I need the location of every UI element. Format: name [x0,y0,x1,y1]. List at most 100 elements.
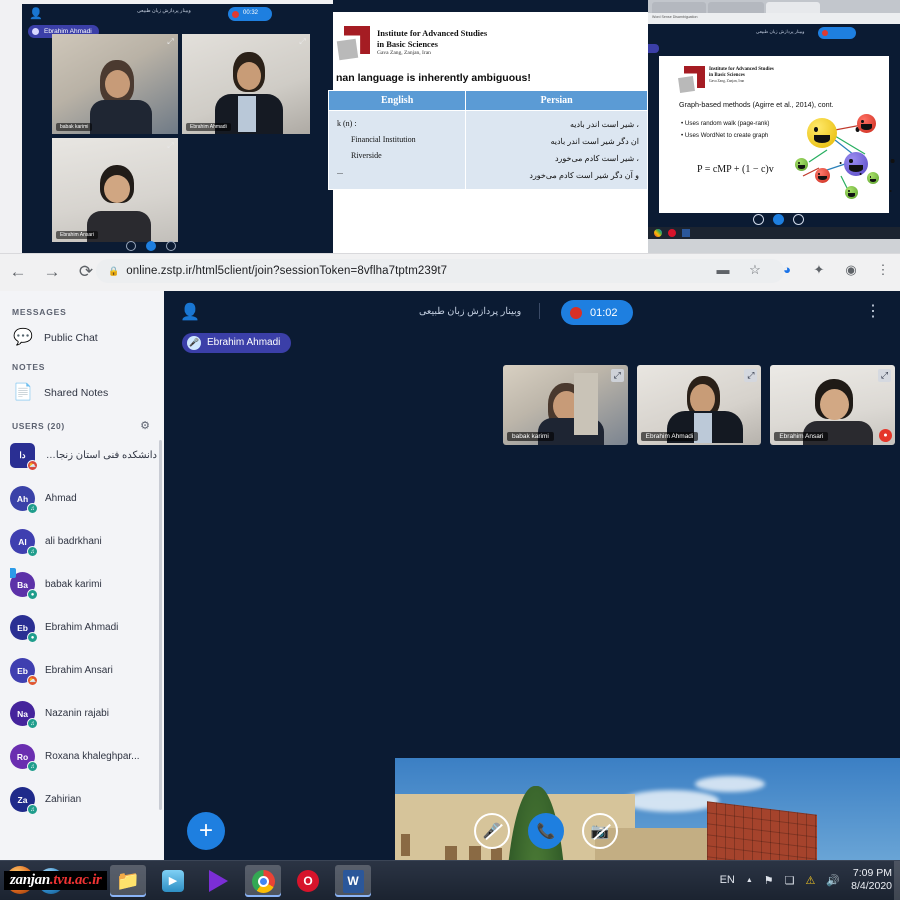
user-list[interactable]: دا ⛅ دانشکده فنی استان زنجان (You) Ah ♫ … [10,434,164,819]
bookmark-star-icon[interactable]: ☆ [746,261,764,279]
opera-icon: O [297,870,319,892]
system-tray: EN ▲ ⚑ ❏ ⚠ 🔊 7:09 PM 8/4/2020 [720,867,892,893]
expand-icon[interactable]: ⤢ [610,369,624,382]
user-name: Nazanin rajabi [45,708,109,719]
panel-right-app: وبینار پردازش زبان طبیعی Institute for A… [648,24,900,239]
avatar: Eb ⛅ [10,658,38,686]
action-center-icon[interactable]: ❏ [785,874,795,887]
persian-line: و آن دگر شیر است کادم می‌خورد [529,171,639,180]
list-item[interactable]: Al ♫ ali badrkhani [10,520,164,563]
panel-right-recording-indicator[interactable] [818,27,856,39]
persian-line: ، شیر است اندر بادیه [569,120,639,129]
back-icon[interactable]: ← [8,262,28,282]
taskbar-item-opera[interactable]: O [290,865,326,897]
taskbar-item-microsoft-word[interactable]: W [335,865,371,897]
media-controls: 🎤 📞 📷 [474,813,618,849]
institute-name: Institute for Advanced Studies in Basic … [709,67,774,83]
user-list-scrollbar[interactable] [159,440,162,810]
list-item[interactable]: Ro ♫ Roxana khaleghpar... [10,735,164,778]
users-toggle-icon[interactable]: 👤 [29,8,43,21]
expand-icon[interactable]: ⤢ [744,369,758,382]
taskbar-item-movie-maker[interactable] [200,865,236,897]
list-item[interactable]: Eb ● Ebrahim Ahmadi [10,606,164,649]
audio-button-mini[interactable] [773,214,784,225]
users-toggle-icon[interactable]: 👤 [180,303,200,323]
users-count-label: USERS (20) [12,420,65,431]
mute-button[interactable]: 🎤 [474,813,510,849]
panel-left-header: 👤 وبینار پردازش زبان طبیعی 00:32 [22,4,333,26]
extension-active-icon[interactable]: ◕ [778,261,796,279]
stage-header: 👤 وبینار پردازش زبان طبیعی 01:02 ⋮ [164,291,900,337]
gear-icon[interactable]: ⚙ [140,419,150,432]
show-hidden-icons[interactable]: ▲ [746,877,753,884]
avatar-initials: Al [18,536,27,547]
sidebar-item-public-chat[interactable]: 💬 Public Chat [10,321,164,354]
forward-icon[interactable]: → [42,262,62,282]
options-menu-icon[interactable]: ⋮ [864,301,882,323]
ambiguity-table: English Persian k (n) : Financial Instit… [327,90,648,190]
panel-right-browser: Word Sense Disambiguation وبینار پردازش … [648,0,900,253]
audio-button-mini[interactable] [146,241,156,251]
list-item[interactable]: Ba ● babak karimi [10,563,164,606]
list-item[interactable]: دا ⛅ دانشکده فنی استان زنجان (You) [10,434,164,477]
folder-icon: 📁 [116,871,140,892]
sidebar-item-shared-notes[interactable]: 📄 Shared Notes [10,376,164,409]
camera-button-mini[interactable] [793,214,804,225]
expand-icon[interactable]: ⤢ [166,141,175,150]
word-icon: W [342,869,364,893]
video-tile[interactable]: ⤢ Ebrahim Ansari [52,138,178,242]
webcam-tile[interactable]: ⤢ babak karimi [503,365,628,445]
network-flag-icon[interactable]: ⚑ [764,874,774,887]
webcam-tile[interactable]: ⤢ Ebrahim Ahmadi [636,365,762,445]
panel-right-taskbar [648,227,900,239]
panel-left-recording-indicator[interactable]: 00:32 [228,7,272,21]
mute-button-mini[interactable] [753,214,764,225]
actions-plus-button[interactable]: + [187,812,225,850]
camera-button[interactable]: 📷 [582,813,618,849]
panel-left-controls [22,239,333,253]
list-item[interactable]: Na ♫ Nazanin rajabi [10,692,164,735]
clock[interactable]: 7:09 PM 8/4/2020 [851,867,892,893]
panel-left-conference: 👤 وبینار پردازش زبان طبیعی 00:32 Ebrahim… [0,0,333,253]
panel-right-addressbar[interactable]: Word Sense Disambiguation [648,13,900,24]
browser-tools: ▬ ☆ ◕ ✦ ◉ ⋮ [714,261,892,279]
expand-icon[interactable]: ⤢ [166,37,175,46]
table-header-persian: Persian [465,90,648,111]
user-name: Ebrahim Ansari [45,665,113,676]
recording-indicator[interactable]: 01:02 [561,300,633,325]
list-item[interactable]: Eb ⛅ Ebrahim Ansari [10,649,164,692]
avatar: Al ♫ [10,529,38,557]
taskbar-item-file-explorer[interactable]: 📁 [110,865,146,897]
list-item[interactable]: Ah ♫ Ahmad [10,477,164,520]
user-name: دانشکده فنی استان زنجان (You) [45,450,157,461]
expand-icon[interactable]: ⤢ [878,369,892,382]
chrome-menu-icon[interactable]: ⋮ [874,261,892,279]
notes-pages-icon: 📄 [13,383,33,401]
list-item[interactable]: Za ♫ Zahirian [10,778,164,819]
taskbar-item-google-chrome[interactable] [245,865,281,897]
taskbar-item-media-player[interactable]: ▶ [155,865,191,897]
avatar-initials: Na [17,708,28,719]
show-desktop-button[interactable] [894,861,900,900]
status-badge: ♫ [27,761,38,772]
media-cast-icon[interactable]: ▬ [714,261,732,279]
language-indicator[interactable]: EN [720,874,735,886]
expand-icon[interactable]: ⤢ [298,37,307,46]
camera-button-mini[interactable] [166,241,176,251]
video-tile[interactable]: ⤢ Ebrahim Ahmadi [182,34,310,134]
profile-avatar-icon[interactable]: ◉ [842,261,860,279]
reload-icon[interactable]: ⟳ [76,262,96,282]
watermark-left: zanjan [10,872,50,888]
video-tile[interactable]: ⤢ babak karimi [52,34,178,134]
webcam-tile[interactable]: ⤢ ● Ebrahim Ansari [770,365,896,445]
address-bar[interactable]: 🔒 online.zstp.ir/html5client/join?sessio… [96,259,784,283]
extensions-puzzle-icon[interactable]: ✦ [810,261,828,279]
warning-icon[interactable]: ⚠ [806,874,816,887]
user-name: Ahmad [45,493,77,504]
audio-button[interactable]: 📞 [528,813,564,849]
avatar-initials: Za [17,794,28,805]
mute-button-mini[interactable] [126,241,136,251]
movie-icon [208,870,228,892]
avatar-initials: Ba [17,579,28,590]
volume-icon[interactable]: 🔊 [826,874,840,887]
